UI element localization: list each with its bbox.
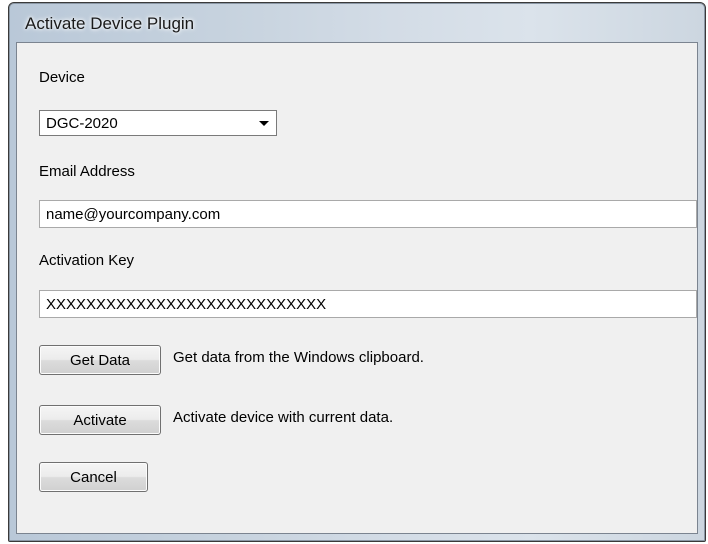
email-label: Email Address [39,163,135,180]
activation-key-field[interactable] [40,291,696,317]
dialog-window: Activate Device Plugin Device DGC-2020 E… [8,2,706,542]
activation-key-label: Activation Key [39,252,135,269]
chevron-down-icon[interactable] [259,121,269,126]
email-field-box[interactable] [39,200,697,228]
activate-description: Activate device with current data. [173,409,394,426]
activation-key-field-box[interactable] [39,290,697,318]
device-select-value: DGC-2020 [46,115,118,132]
cancel-button[interactable]: Cancel [39,462,148,492]
window-title: Activate Device Plugin [25,14,195,33]
get-data-button[interactable]: Get Data [39,345,161,375]
device-label: Device [39,69,85,86]
title-bar[interactable]: Activate Device Plugin [9,3,705,41]
device-select[interactable]: DGC-2020 [39,110,277,136]
get-data-description: Get data from the Windows clipboard. [173,349,424,366]
activate-button[interactable]: Activate [39,405,161,435]
dialog-body: Device DGC-2020 Email Address Activation… [16,42,698,534]
email-field[interactable] [40,201,696,227]
